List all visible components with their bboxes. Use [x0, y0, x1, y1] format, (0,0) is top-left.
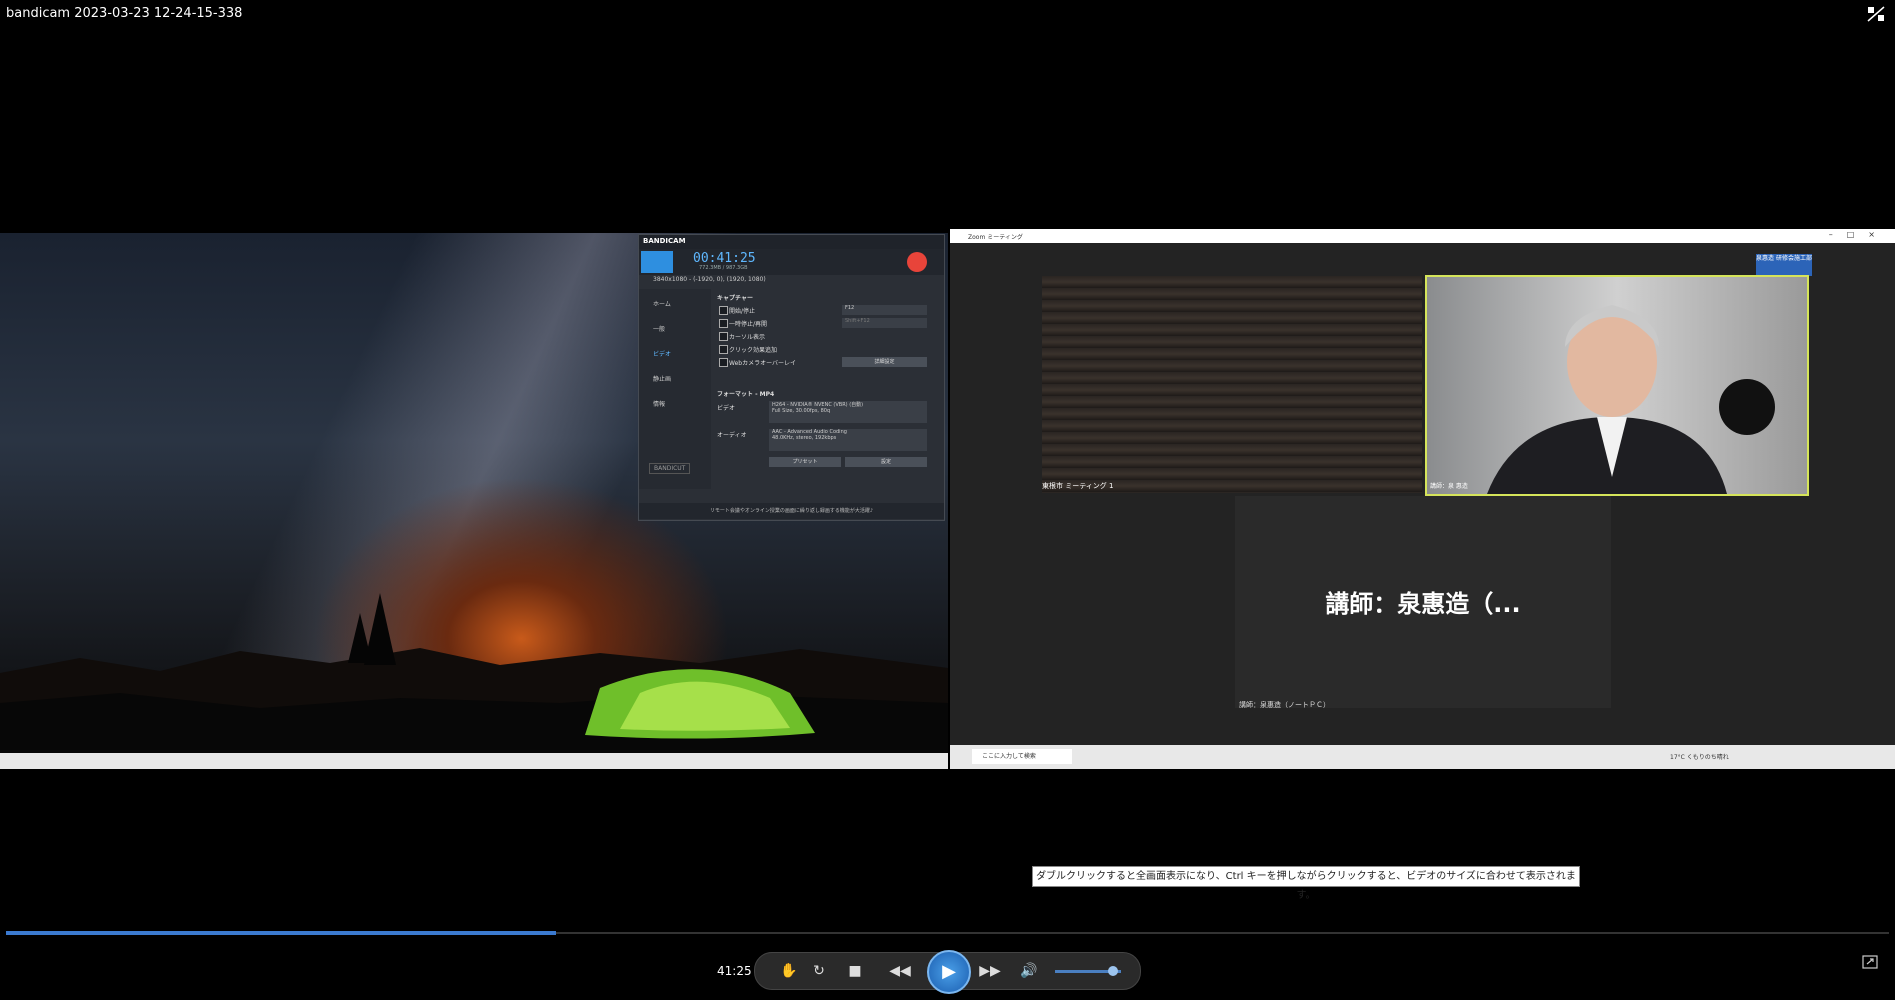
option-label: 開始/停止	[729, 308, 756, 315]
audio-label: オーディオ	[717, 432, 747, 439]
bandicam-window: BANDICAM 00:41:25 772.3MB / 987.3GB 3840…	[638, 234, 945, 521]
player-controls: ✋ ↻ ■ ◀◀ ▶ ▶▶ 🔊	[754, 950, 1141, 994]
repeat-icon[interactable]: ↻	[807, 956, 831, 986]
audience-video	[1042, 276, 1422, 493]
option-pause-checkbox[interactable]	[719, 319, 728, 328]
rewind-icon[interactable]: ◀◀	[885, 956, 915, 986]
right-taskbar: ここに入力して検索 17°C くもりのち晴れ	[950, 745, 1895, 769]
settings-button[interactable]: 設定	[845, 457, 927, 467]
zoom-window: Zoom ミーティング –□× 泉惠造 研修会施工部 東根市 ミーティング 1 …	[950, 229, 1895, 745]
zoom-titlebar: Zoom ミーティング –□×	[950, 229, 1895, 243]
speaker-label: 講師：泉 惠造	[1430, 483, 1468, 490]
option-click-effect-checkbox[interactable]	[719, 345, 728, 354]
detail-settings-button[interactable]: 詳細設定	[842, 357, 927, 367]
video-codec: H264 - NVIDIA® NVENC (VBR) (自動)	[772, 402, 864, 408]
audio-params: 48.0KHz, stereo, 192kbps	[772, 435, 837, 441]
recording-timer: 00:41:25	[693, 251, 756, 266]
preset-button[interactable]: プリセット	[769, 457, 841, 467]
video-params: Full Size, 30.00fps, 80q	[772, 408, 831, 414]
stop-icon[interactable]: ■	[843, 956, 867, 986]
video-codec-field: H264 - NVIDIA® NVENC (VBR) (自動) Full Siz…	[769, 401, 927, 423]
video-label: ビデオ	[717, 405, 736, 412]
audio-codec-field: AAC - Advanced Audio Coding 48.0KHz, ste…	[769, 429, 927, 451]
left-taskbar	[0, 753, 948, 769]
sidebar-item-general[interactable]: 一般	[653, 324, 665, 333]
option-label: クリック効果追加	[729, 347, 778, 354]
stop-record-button[interactable]	[907, 252, 927, 272]
window-title: bandicam 2023-03-23 12-24-15-338	[6, 6, 243, 21]
bandicam-titlebar: BANDICAM	[639, 235, 944, 249]
option-label: 一時停止/再開	[729, 321, 768, 328]
hand-icon[interactable]: ✋	[777, 956, 801, 986]
sidebar-item-video[interactable]: ビデオ	[653, 349, 671, 358]
weather-widget[interactable]: 17°C くもりのち晴れ	[1670, 752, 1729, 761]
target-mode-button[interactable]	[641, 251, 673, 273]
taskbar-search-input[interactable]: ここに入力して検索	[972, 749, 1072, 764]
speaker-figure	[1487, 305, 1775, 494]
fullscreen-icon[interactable]	[1867, 6, 1885, 22]
current-time: 41:25	[717, 964, 752, 978]
mountain-silhouette	[0, 593, 948, 753]
resize-icon[interactable]	[1862, 955, 1878, 969]
participant-name: 講師：泉惠造（...	[1325, 590, 1521, 618]
option-label: カーソル表示	[729, 334, 766, 341]
namecard-overlay: 泉惠造 研修会施工部	[1756, 254, 1812, 276]
bandicut-button[interactable]: BANDICUT	[649, 463, 691, 474]
hotkey-field[interactable]: F12	[842, 305, 927, 315]
bandicam-sidebar: ホーム 一般 ビデオ 静止画 情報 BANDICUT	[639, 289, 711, 489]
player-tooltip: ダブルクリックすると全画面表示になり、Ctrl キーを押しながらクリックすると、…	[1032, 866, 1580, 901]
audience-label: 東根市 ミーティング 1	[1042, 482, 1114, 490]
option-label: Webカメラオーバーレイ	[729, 360, 797, 367]
speaker-video	[1425, 275, 1809, 496]
option-start-stop-checkbox[interactable]	[719, 306, 728, 315]
play-icon[interactable]: ▶	[927, 950, 971, 994]
section-format: フォーマット - MP4	[717, 391, 775, 398]
bandicam-toolbar	[639, 249, 944, 275]
volume-knob[interactable]	[1108, 966, 1119, 976]
section-capture: キャプチャー	[717, 295, 753, 302]
seek-progress	[6, 931, 556, 935]
recording-size: 772.3MB / 987.3GB	[699, 265, 748, 271]
window-controls[interactable]: –□×	[1829, 230, 1889, 239]
sidebar-item-home[interactable]: ホーム	[653, 299, 671, 308]
participant-label: 講師：泉惠造（ノートＰＣ）	[1239, 701, 1330, 709]
option-webcam-checkbox[interactable]	[719, 358, 728, 367]
bandicam-brand: BANDICAM	[643, 237, 686, 245]
capture-area: 3840x1080 - (-1920, 0), (1920, 1080)	[653, 276, 766, 283]
sidebar-item-about[interactable]: 情報	[653, 399, 665, 408]
volume-icon[interactable]: 🔊	[1017, 956, 1041, 986]
bandicam-footer: リモート会議やオンライン授業の画面に繰り返し録画する機能が大活躍♪	[639, 503, 944, 519]
hotkey-field-pause[interactable]: Shift+F12	[842, 318, 927, 328]
bandicam-main: キャプチャー 開始/停止 一時停止/再開 カーソル表示 クリック効果追加 Web…	[717, 289, 941, 489]
zoom-window-title: Zoom ミーティング	[968, 234, 1023, 241]
sidebar-item-image[interactable]: 静止画	[653, 374, 671, 383]
forward-icon[interactable]: ▶▶	[975, 956, 1005, 986]
option-cursor-checkbox[interactable]	[719, 332, 728, 341]
